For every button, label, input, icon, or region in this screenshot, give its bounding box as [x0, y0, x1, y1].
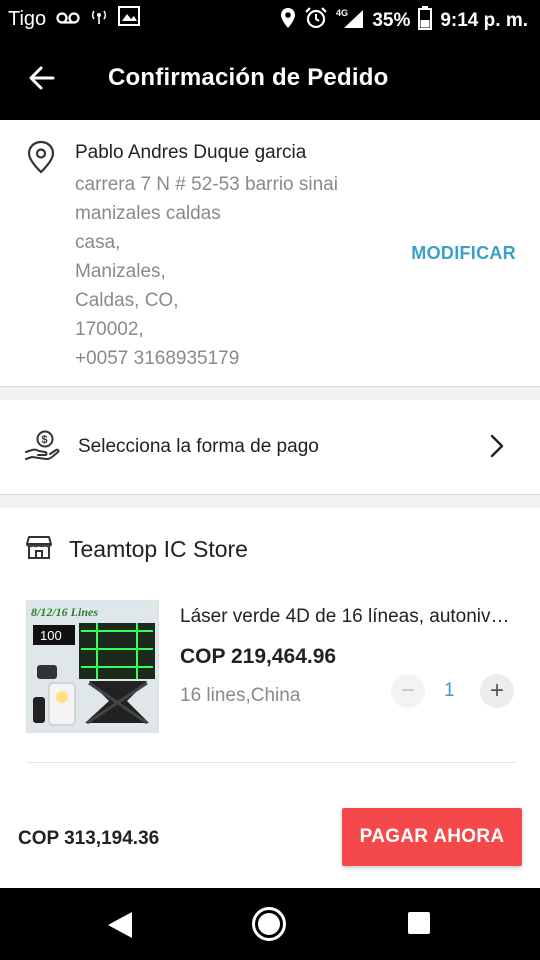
- quantity-value: 1: [444, 680, 455, 701]
- status-left: Tigo: [8, 6, 141, 32]
- quantity-increase-button[interactable]: +: [480, 674, 514, 708]
- address-lines: carrera 7 N # 52-53 barrio sinai manizal…: [75, 170, 338, 373]
- app-bar: Confirmación de Pedido: [0, 38, 540, 120]
- battery-percentage: 35%: [372, 10, 411, 31]
- battery-icon: [418, 6, 433, 36]
- chevron-right-icon: [490, 434, 504, 463]
- store-name[interactable]: Teamtop IC Store: [69, 536, 248, 563]
- product-title[interactable]: Láser verde 4D de 16 líneas, autonivelan…: [180, 606, 518, 628]
- svg-text:$: $: [42, 434, 48, 446]
- location-icon: [280, 7, 296, 35]
- location-pin-icon: [26, 140, 56, 179]
- payment-method-row[interactable]: $ Selecciona la forma de pago: [0, 400, 540, 494]
- pay-now-button[interactable]: PAGAR AHORA: [342, 808, 522, 866]
- svg-text:4G: 4G: [336, 8, 348, 18]
- item-divider: [26, 762, 516, 763]
- section-divider: [0, 386, 540, 400]
- modify-address-button[interactable]: MODIFICAR: [411, 243, 516, 264]
- svg-text:8/12/16 Lines: 8/12/16 Lines: [31, 605, 98, 619]
- back-button[interactable]: [22, 60, 62, 100]
- status-bar: Tigo 4G 35% 9:14 p. m.: [0, 0, 540, 38]
- checkout-bar: COP 313,194.36 PAGAR AHORA: [0, 790, 540, 888]
- address-line: +0057 3168935179: [75, 348, 240, 369]
- product-price: COP 219,464.96: [180, 645, 337, 668]
- recipient-name: Pablo Andres Duque garcia: [75, 142, 307, 163]
- product-image[interactable]: 8/12/16 Lines 100: [26, 600, 159, 733]
- order-total: COP 313,194.36: [18, 828, 160, 849]
- address-line: carrera 7 N # 52-53 barrio sinai: [75, 174, 338, 195]
- status-right: 4G 35% 9:14 p. m.: [280, 6, 528, 36]
- image-icon: [118, 6, 141, 32]
- page-title: Confirmación de Pedido: [108, 64, 389, 91]
- carrier-label: Tigo: [8, 7, 47, 30]
- nav-back-icon[interactable]: [106, 910, 134, 945]
- section-divider: [0, 494, 540, 508]
- system-navigation-bar: [0, 888, 540, 960]
- address-line: manizales caldas: [75, 203, 221, 224]
- clock: 9:14 p. m.: [440, 10, 528, 31]
- payment-method-label: Selecciona la forma de pago: [78, 436, 319, 457]
- address-line: Caldas, CO,: [75, 290, 179, 311]
- product-variant: 16 lines,China: [180, 685, 301, 706]
- store-icon: [26, 534, 52, 565]
- order-confirmation-screen: Tigo 4G 35% 9:14 p. m. Confirmación de P…: [0, 0, 540, 960]
- quantity-decrease-button[interactable]: −: [391, 674, 425, 708]
- plus-icon: +: [489, 677, 504, 704]
- hotspot-icon: [90, 7, 108, 31]
- nav-home-icon[interactable]: [252, 907, 286, 941]
- address-line: Manizales,: [75, 261, 166, 282]
- arrow-left-icon: [29, 66, 55, 95]
- signal-icon: 4G: [336, 7, 364, 35]
- nav-home-dot: [258, 913, 280, 935]
- nav-recent-apps-icon[interactable]: [408, 912, 430, 934]
- minus-icon: −: [400, 677, 415, 704]
- shipping-address-section[interactable]: Pablo Andres Duque garcia carrera 7 N # …: [0, 120, 540, 386]
- alarm-icon: [304, 7, 328, 35]
- voicemail-icon: [56, 8, 80, 31]
- address-line: casa,: [75, 232, 121, 253]
- hand-money-icon: $: [24, 430, 60, 467]
- svg-text:100: 100: [40, 628, 62, 643]
- address-line: 170002,: [75, 319, 144, 340]
